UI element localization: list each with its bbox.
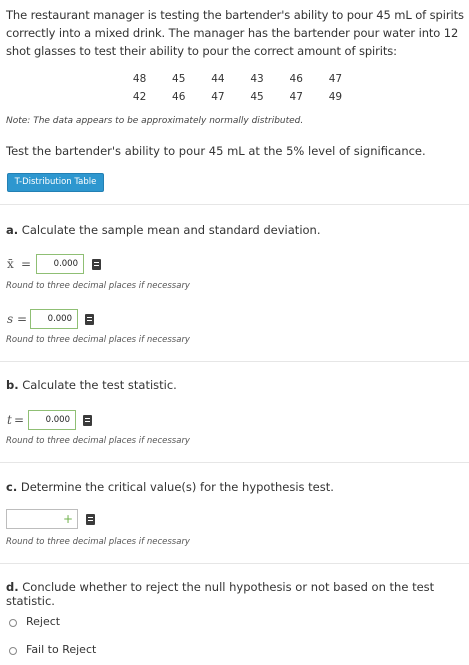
part-b-heading: b. Calculate the test statistic. — [6, 378, 177, 392]
sd-hint: Round to three decimal places if necessa… — [6, 335, 190, 345]
t-symbol: t — [7, 413, 12, 427]
data-cell: 46 — [289, 73, 303, 85]
part-c-letter: c. — [6, 480, 18, 494]
calculator-icon[interactable] — [85, 314, 94, 325]
critical-hint: Round to three decimal places if necessa… — [6, 537, 190, 547]
divider — [0, 361, 469, 362]
calculator-icon[interactable] — [86, 514, 95, 525]
part-a-heading: a. Calculate the sample mean and standar… — [6, 223, 321, 237]
part-c-heading: c. Determine the critical value(s) for t… — [6, 480, 334, 494]
data-row: 48 45 44 43 46 47 — [120, 70, 355, 88]
data-cell: 45 — [172, 73, 186, 85]
fail-to-reject-option-label[interactable]: Fail to Reject — [26, 643, 96, 656]
reject-radio-icon[interactable] — [9, 619, 17, 627]
data-cell: 46 — [172, 91, 186, 103]
problem-text: The restaurant manager is testing the ba… — [6, 8, 464, 58]
t-equals: = — [14, 413, 25, 427]
plus-icon[interactable]: + — [63, 512, 73, 526]
divider — [0, 462, 469, 463]
mean-equals: = — [21, 257, 32, 271]
critical-value-input[interactable]: + — [6, 509, 78, 529]
part-d-letter: d. — [6, 580, 19, 594]
sd-equals: = — [17, 312, 28, 326]
mean-hint: Round to three decimal places if necessa… — [6, 281, 190, 291]
fail-to-reject-radio-icon[interactable] — [9, 647, 17, 655]
calculator-icon[interactable] — [83, 415, 92, 426]
sd-symbol-text: s — [7, 312, 14, 326]
data-cell: 48 — [132, 73, 147, 85]
part-d-heading-text: Conclude whether to reject the null hypo… — [6, 580, 435, 608]
t-hint: Round to three decimal places if necessa… — [6, 436, 190, 446]
data-row: 42 46 47 45 47 49 — [120, 88, 355, 106]
data-cell: 47 — [211, 91, 225, 103]
sd-symbol: s — [7, 312, 13, 326]
data-cell: 45 — [250, 91, 264, 103]
mean-symbol: x̄ — [7, 257, 14, 271]
data-cell: 47 — [328, 73, 343, 85]
calculator-icon[interactable] — [92, 259, 101, 270]
divider — [0, 204, 469, 205]
part-d-heading: d. Conclude whether to reject the null h… — [6, 580, 469, 608]
prompt-text: Test the bartender's ability to pour 45 … — [6, 144, 426, 158]
mean-input[interactable]: 0.000 — [36, 254, 84, 274]
data-cell: 43 — [250, 73, 264, 85]
data-cell: 49 — [328, 91, 343, 103]
data-cell: 44 — [211, 73, 225, 85]
data-cell: 47 — [289, 91, 303, 103]
part-b-heading-text: Calculate the test statistic. — [22, 378, 177, 392]
divider — [0, 563, 469, 564]
data-table: 48 45 44 43 46 47 42 46 47 45 47 49 — [120, 70, 355, 106]
data-cell: 42 — [132, 91, 147, 103]
part-a-letter: a. — [6, 223, 19, 237]
sd-input[interactable]: 0.000 — [30, 309, 78, 329]
reject-option-label[interactable]: Reject — [26, 615, 60, 628]
part-b-letter: b. — [6, 378, 19, 392]
note-text: Note: The data appears to be approximate… — [6, 116, 304, 126]
t-symbol-text: t — [7, 413, 12, 427]
test-statistic-input[interactable]: 0.000 — [28, 410, 76, 430]
part-c-heading-text: Determine the critical value(s) for the … — [20, 480, 334, 494]
t-distribution-table-button[interactable]: T-Distribution Table — [7, 173, 104, 192]
part-a-heading-text: Calculate the sample mean and standard d… — [21, 223, 321, 237]
